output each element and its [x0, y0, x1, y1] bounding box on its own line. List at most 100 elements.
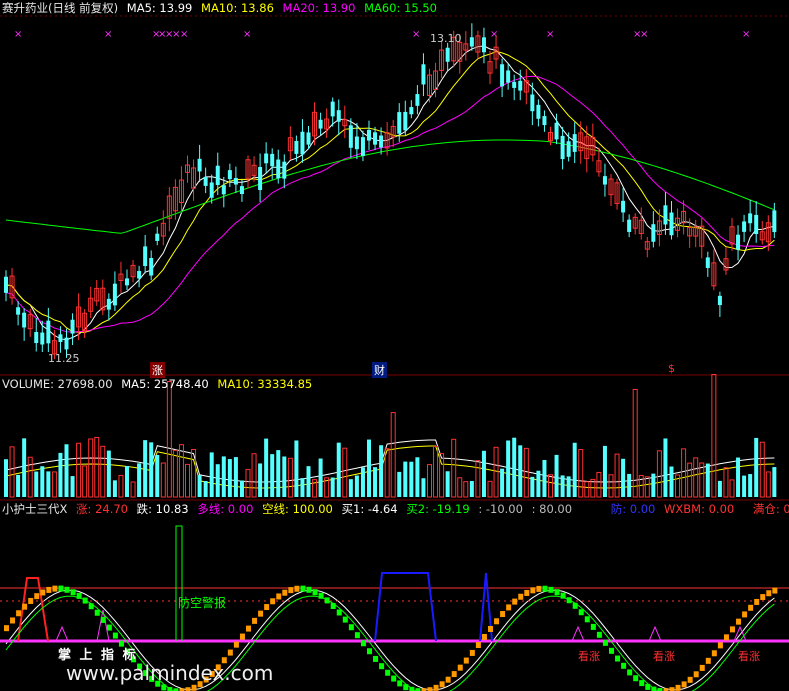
candle-body-down: [239, 186, 244, 194]
candle-body-down: [717, 295, 722, 306]
candle-body-down: [276, 159, 281, 179]
oscillator-block: [675, 684, 681, 691]
event-mark-zhang[interactable]: 涨: [150, 362, 165, 378]
candle-body-down: [209, 182, 214, 198]
x-marker: ×: [640, 29, 648, 40]
candle-body-down: [500, 64, 505, 87]
price-header: 赛升药业(日线 前复权) MA5: 13.99 MA10: 13.86 MA20…: [2, 1, 442, 15]
candle-body-down: [258, 166, 263, 191]
volume-bar-up: [765, 471, 771, 498]
volume-bar-down: [397, 471, 402, 497]
v1-value: : -10.00: [478, 502, 523, 516]
ma5-line: [5, 45, 775, 341]
oscillator-block: [282, 589, 288, 596]
oscillator-block: [185, 687, 191, 691]
volume-bar-down: [602, 445, 607, 497]
oscillator-block: [717, 642, 723, 649]
oscillator-block: [306, 586, 312, 593]
volume-bar-up: [596, 471, 602, 498]
high-price-label: 13.10: [430, 32, 462, 45]
candle-body-down: [602, 176, 607, 185]
duoxian-value: 多线: 0.00: [197, 502, 254, 516]
stock-name: 赛升药业(日线 前复权): [2, 1, 119, 15]
oscillator-block: [16, 610, 22, 617]
volume-bar-down: [125, 465, 129, 497]
oscillator-block: [342, 616, 348, 623]
oscillator-block: [615, 655, 621, 662]
volume-bar-up: [76, 442, 82, 498]
oscillator-block: [754, 598, 760, 605]
oscillator-block: [40, 589, 46, 596]
volume-bar-down: [403, 461, 408, 497]
volume-bar-up: [584, 481, 590, 498]
oscillator-block: [360, 640, 366, 647]
oscillator-block: [554, 589, 560, 596]
candle-body-down: [669, 212, 674, 236]
volume-bar-down: [367, 439, 371, 497]
ma60-label: MA60: 15.50: [364, 1, 437, 15]
ma20-label: MA20: 13.90: [282, 1, 356, 15]
candle-body-down: [143, 246, 148, 266]
candle-body-down: [397, 112, 402, 134]
candle-body-down: [282, 161, 287, 179]
volume-bar-up: [94, 436, 100, 498]
volume-bar-up: [88, 438, 94, 498]
x-marker: ×: [14, 29, 22, 40]
volume-bar-up: [172, 449, 178, 498]
kongxian-value: 空线: 100.00: [262, 502, 333, 516]
volume-bar-down: [22, 438, 27, 497]
oscillator-block: [294, 585, 300, 592]
volume-bar-down: [736, 457, 741, 497]
oscillator-block: [536, 585, 542, 592]
ma10-label: MA10: 13.86: [201, 1, 274, 15]
kan-zhang-signal-3: 看涨: [738, 650, 760, 663]
candle-body-down: [215, 165, 220, 186]
x-marker: ×: [180, 29, 188, 40]
candle-body-down: [705, 257, 710, 268]
volume-bar-down: [215, 464, 220, 497]
volume-bar-down: [58, 452, 63, 497]
candle-body-down: [64, 337, 69, 350]
indicator-name: 小护士三代X: [2, 502, 68, 516]
volume-bar-down: [554, 454, 559, 497]
oscillator-block: [433, 684, 439, 691]
mai2-value: 买2: -19.19: [406, 502, 470, 516]
kan-zhang-signal-2: 看涨: [653, 650, 675, 663]
volume-bar-down: [209, 452, 214, 497]
oscillator-block: [524, 589, 530, 596]
oscillator-block: [52, 585, 58, 592]
chart-canvas: × × ×××× × × × × × ×× ×: [0, 15, 789, 691]
candle-body-down: [554, 122, 559, 140]
candle-body-down: [137, 270, 142, 279]
volume-bar-up: [178, 444, 184, 498]
volume-bar-up: [687, 462, 693, 498]
oscillator-block: [379, 663, 385, 670]
oscillator-block: [348, 624, 354, 631]
oscillator-block: [264, 604, 270, 611]
volume-bar-up: [729, 479, 735, 498]
volume-bar-down: [221, 456, 226, 497]
watermark-site: www.palmindex.com: [66, 661, 274, 685]
volume-bar-up: [390, 412, 396, 498]
ma5-label: MA5: 13.99: [126, 1, 193, 15]
oscillator-block: [578, 609, 584, 616]
oscillator-block: [633, 675, 639, 682]
candle-body-down: [469, 37, 474, 47]
event-mark-dollar[interactable]: $: [668, 362, 675, 375]
event-mark-cai[interactable]: 财: [372, 362, 387, 378]
oscillator-block: [494, 618, 500, 625]
oscillator-block: [463, 657, 469, 664]
volume-bar-up: [451, 438, 457, 498]
volume-bar-down: [481, 450, 486, 497]
oscillator-block: [336, 609, 342, 616]
volume-bar-down: [542, 460, 547, 497]
oscillator-block: [252, 617, 258, 624]
triangle-marker: [55, 625, 69, 642]
candle-body-down: [518, 80, 523, 91]
oscillator-block: [10, 617, 16, 624]
oscillator-block: [106, 624, 112, 631]
oscillator-block: [760, 594, 766, 601]
mai1-value: 买1: -4.64: [341, 502, 398, 516]
volume-bar-down: [409, 461, 414, 497]
oscillator-block: [276, 593, 282, 600]
